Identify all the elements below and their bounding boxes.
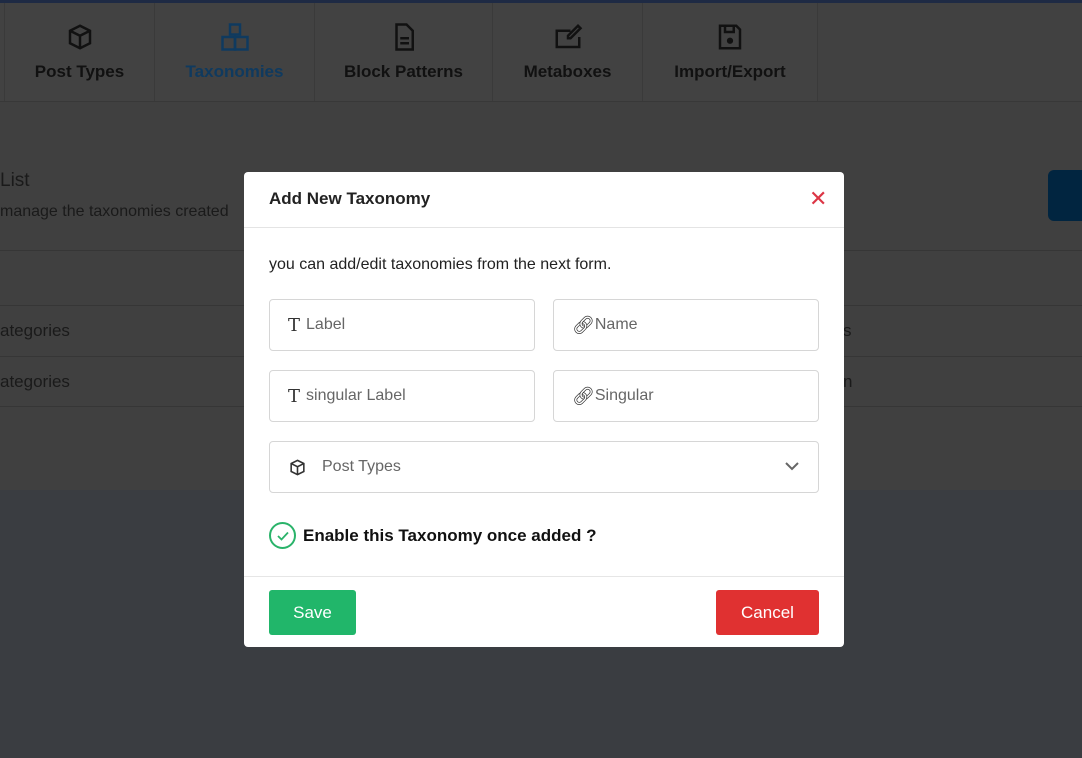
add-taxonomy-button[interactable]	[1048, 170, 1082, 221]
close-icon[interactable]: ✕	[809, 186, 827, 212]
placeholder: Label	[306, 316, 346, 333]
text-icon: T	[288, 385, 301, 407]
placeholder: Singular	[594, 387, 654, 404]
placeholder: Name	[594, 316, 638, 333]
modal-header: Add New Taxonomy ✕	[244, 172, 844, 228]
tab-bar: Post Types Taxonomies Block Patterns Met…	[0, 3, 1082, 102]
save-button[interactable]: Save	[269, 590, 356, 635]
check-icon	[269, 522, 296, 549]
chevron-down-icon	[785, 462, 799, 471]
enable-checkbox[interactable]: Enable this Taxonomy once added ?	[269, 522, 596, 549]
cube-icon	[290, 458, 305, 476]
page-title: List	[0, 170, 30, 191]
tab-metaboxes[interactable]: Metaboxes	[493, 3, 643, 101]
floppy-icon	[718, 24, 742, 50]
tab-label: Block Patterns	[343, 62, 464, 81]
link-icon: 🔗︎	[572, 385, 595, 407]
enable-label: Enable this Taxonomy once added ?	[303, 525, 597, 545]
post-types-select[interactable]: Post Types	[269, 441, 819, 493]
table-cell: s	[843, 321, 852, 340]
add-taxonomy-modal: Add New Taxonomy ✕ you can add/edit taxo…	[244, 172, 844, 647]
table-cell: n	[843, 372, 853, 391]
tab-taxonomies[interactable]: Taxonomies	[155, 3, 315, 101]
tab-block-patterns[interactable]: Block Patterns	[315, 3, 493, 101]
cancel-button[interactable]: Cancel	[716, 590, 819, 635]
text-icon: T	[288, 314, 301, 336]
boxes-icon	[220, 23, 249, 51]
placeholder: singular Label	[306, 387, 406, 404]
table-cell: ategories	[0, 321, 70, 340]
tab-label: Post Types	[34, 62, 125, 81]
name-input[interactable]: 🔗︎ Name	[553, 299, 819, 351]
link-icon: 🔗︎	[572, 314, 595, 336]
tab-label: Metaboxes	[523, 62, 612, 81]
tab-import-export[interactable]: Import/Export	[643, 3, 818, 101]
cube-icon	[68, 24, 91, 50]
divider	[244, 576, 844, 577]
tab-label: Taxonomies	[185, 62, 284, 81]
label-input[interactable]: T Label	[269, 299, 535, 351]
file-icon	[394, 23, 414, 51]
edit-box-icon	[555, 23, 582, 49]
singular-input[interactable]: 🔗︎ Singular	[553, 370, 819, 422]
placeholder: Post Types	[322, 458, 401, 475]
tab-label: Import/Export	[674, 62, 786, 81]
page-description: manage the taxonomies created	[0, 203, 229, 220]
tab-post-types[interactable]: Post Types	[5, 3, 155, 101]
singular-label-input[interactable]: Tsingular Label	[269, 370, 535, 422]
modal-intro: you can add/edit taxonomies from the nex…	[269, 256, 612, 273]
modal-title: Add New Taxonomy	[269, 189, 431, 208]
table-cell: ategories	[0, 372, 70, 391]
